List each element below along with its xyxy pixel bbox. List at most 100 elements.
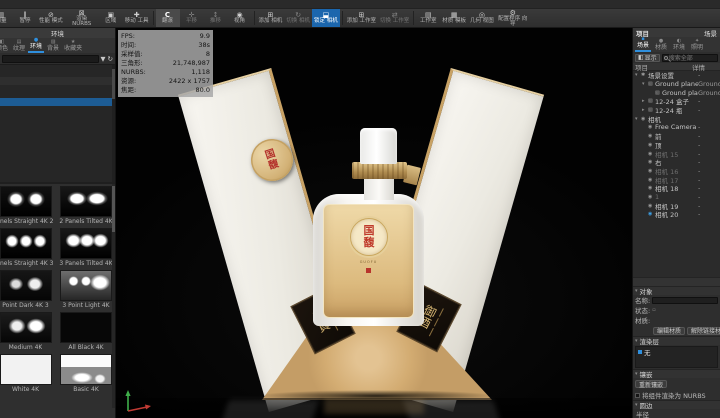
toolbar-button[interactable]: ‖ 暂停 [13, 9, 37, 27]
tree-node-icon: ◉ [648, 142, 655, 148]
section-caret-icon: ▾ [635, 288, 638, 294]
toolbar-button[interactable]: ▦ 材质 模板 [440, 9, 468, 27]
tessellation-section-header[interactable]: ▾ 镶嵌 [633, 369, 720, 378]
scene-search-field[interactable]: 搜索全部 [662, 54, 718, 62]
toolbar-button-label: 移动 工具 [125, 19, 149, 25]
project-tab[interactable]: ▪ 场景 [635, 37, 651, 52]
hud-value: 21,748,987 [173, 59, 210, 68]
toolbar-button[interactable]: ✚ 移动 工具 [123, 9, 151, 27]
object-section-header[interactable]: ▾ 对象 [633, 286, 720, 295]
scene-tree-row[interactable]: ▾ ▧ Ground plane Ground [633, 80, 720, 89]
scene-tree-row[interactable]: ◉ Free Camera - [633, 123, 720, 132]
project-tab[interactable]: ● 材质 [653, 39, 669, 52]
object-name-row: 名称: [633, 295, 720, 305]
toolbar-button[interactable]: ⊘ 性能 模式 [37, 9, 65, 27]
object-name-input[interactable] [652, 297, 718, 304]
environment-list-item[interactable] [0, 77, 112, 85]
render-as-nurbs-row: 将组件渲染为 NURBS [633, 390, 720, 400]
toolbar-button[interactable]: ↻ 切换 相机 [284, 9, 312, 27]
bottle-brand-subtext: GUOFU [323, 260, 414, 264]
nurbs-checkbox[interactable] [635, 393, 640, 398]
scene-tree-row[interactable]: ◉ 相机 18 - [633, 184, 720, 193]
environment-list-item-selected[interactable] [0, 98, 112, 106]
environment-tab[interactable]: ◧ 颜色 [0, 40, 10, 53]
environment-tab-label: 环境 [30, 43, 42, 50]
library-item[interactable]: Medium 4K [0, 312, 55, 352]
hud-label: 焦距: [121, 86, 136, 95]
toolbar-button[interactable]: ⊞ 添加 相机 [257, 9, 285, 27]
tree-node-icon: ✱ [641, 72, 648, 78]
render-layer-section-header[interactable]: ▾ 渲染层 [633, 336, 720, 345]
retessellate-button[interactable]: 重新镶嵌 [635, 380, 667, 388]
toolbar-button[interactable]: ▥ 用量 [0, 9, 13, 27]
toolbar-button[interactable]: ▤ 工作室 [416, 9, 440, 27]
toolbar-button[interactable]: C 翻滚 [156, 9, 180, 27]
hud-row: 三角形: 21,748,987 [121, 59, 210, 68]
scene-tree-row[interactable]: ◉ 相机 20 - [633, 210, 720, 219]
scene-tree-row[interactable]: ▾ ◉ 相机 [633, 114, 720, 123]
environment-tab[interactable]: ● 环境 [28, 38, 44, 53]
library-scrollbar[interactable] [112, 184, 115, 408]
render-layer-item[interactable]: 无 [636, 347, 717, 356]
tree-node-icon: ◉ [648, 124, 655, 130]
toolbar-button[interactable]: ▣ 区域 [99, 9, 123, 27]
column-header-detail: 详情 [692, 62, 718, 72]
toolbar-button[interactable]: ⇄ 切换 工作室 [378, 9, 411, 27]
toolbar-button[interactable]: ⊞ 添加 工作室 [345, 9, 378, 27]
environment-tab[interactable]: ▤ 纹理 [11, 40, 27, 53]
show-dropdown-button[interactable]: ◧ 显示 [635, 54, 660, 62]
project-tab-label: 环境 [673, 44, 685, 51]
project-tab[interactable]: ◐ 环境 [671, 39, 687, 52]
toolbar-button[interactable]: ⬓ 锁定 相机 [312, 9, 340, 27]
library-item[interactable]: 3 Panels Tilted 4K [57, 228, 115, 268]
library-item[interactable]: Basic 4K [57, 354, 115, 394]
column-header-item: 项目 [635, 62, 648, 72]
tree-node-detail: - [698, 150, 720, 158]
library-item[interactable]: All Black 4K [57, 312, 115, 352]
environment-list-scrollbar[interactable] [112, 65, 115, 182]
unlink-material-button[interactable]: 解除链接材质 [687, 327, 720, 335]
toolbar-button-label: 锁定 相机 [314, 19, 338, 25]
bottle-emblem: 国馥 [350, 218, 388, 256]
library-item-thumbnail [0, 228, 52, 259]
scene-tree-row[interactable]: ▾ ✱ 场景设置 - [633, 71, 720, 80]
library-item[interactable]: 2 Panels Tilted 4K [57, 186, 115, 226]
toolbar-button-label: 几何 视图 [470, 19, 494, 25]
toolbar-button[interactable]: ⊠ 渲染 NURBS [65, 9, 99, 27]
scene-search-placeholder: 搜索全部 [669, 53, 693, 62]
library-item[interactable]: 2 Panels Straight 4K [0, 186, 55, 226]
filter-icon[interactable]: ▼ [101, 55, 106, 63]
toolbar-button[interactable]: ◎ 几何 视图 [468, 9, 496, 27]
toolbar-button[interactable]: ↕ 推移 [204, 9, 228, 27]
library-item-name: Medium 4K [9, 343, 43, 352]
library-item[interactable]: White 4K [0, 354, 55, 394]
project-tab-label: 材质 [655, 44, 667, 51]
environment-tab[interactable]: ★ 收藏夹 [62, 40, 84, 53]
project-tab[interactable]: ✦ 照明 [689, 39, 705, 52]
toolbar-button[interactable]: ◉ 视角 [228, 9, 252, 27]
scene-tree-row[interactable]: ◉ 前 - [633, 132, 720, 141]
project-tab-label: 照明 [691, 44, 703, 51]
toolbar-button[interactable]: ⚙ 配置程序 向导 [496, 9, 530, 27]
toolbar: ▥ 用量 ‖ 暂停 ⊘ 性能 模式 ⊠ 渲染 NURBS ▣ 区域 ✚ 移动 工… [0, 9, 720, 28]
toolbar-button[interactable]: ✛ 平移 [180, 9, 204, 27]
render-viewport[interactable]: FPS: 9.9 时间: 38s 采样值: 8 三角形: 21,748,987 … [116, 28, 632, 418]
environment-search-input[interactable] [2, 55, 99, 63]
object-material-row: 材质: [633, 315, 720, 325]
library-item[interactable]: 3 Point Light 4K [57, 270, 115, 310]
edit-material-button[interactable]: 编辑材质 [653, 327, 685, 335]
toolbar-button-label: 视角 [234, 19, 245, 25]
project-tabs: ▪ 场景 ● 材质 ◐ 环境 ✦ 照明 [633, 37, 720, 52]
environment-tab[interactable]: ▨ 背景 [45, 40, 61, 53]
scene-tree-row[interactable]: ▸ ▧ 12-24 瓶 - [633, 106, 720, 115]
tree-node-label: Ground plane [655, 80, 698, 88]
floor-reflection [116, 398, 632, 418]
library-item[interactable]: 3 Point Dark 4K [0, 270, 55, 310]
library-item-name: 2 Panels Tilted 4K [59, 217, 112, 226]
render-layer-bullet-icon [638, 350, 642, 354]
scene-tree-row[interactable]: ◉ 相机 15 - [633, 149, 720, 158]
library-item[interactable]: 3 Panels Straight 4K [0, 228, 55, 268]
refresh-icon[interactable]: ↻ [108, 55, 113, 63]
tree-node-detail: - [698, 184, 720, 192]
object-state-label: 状态: [635, 305, 650, 315]
